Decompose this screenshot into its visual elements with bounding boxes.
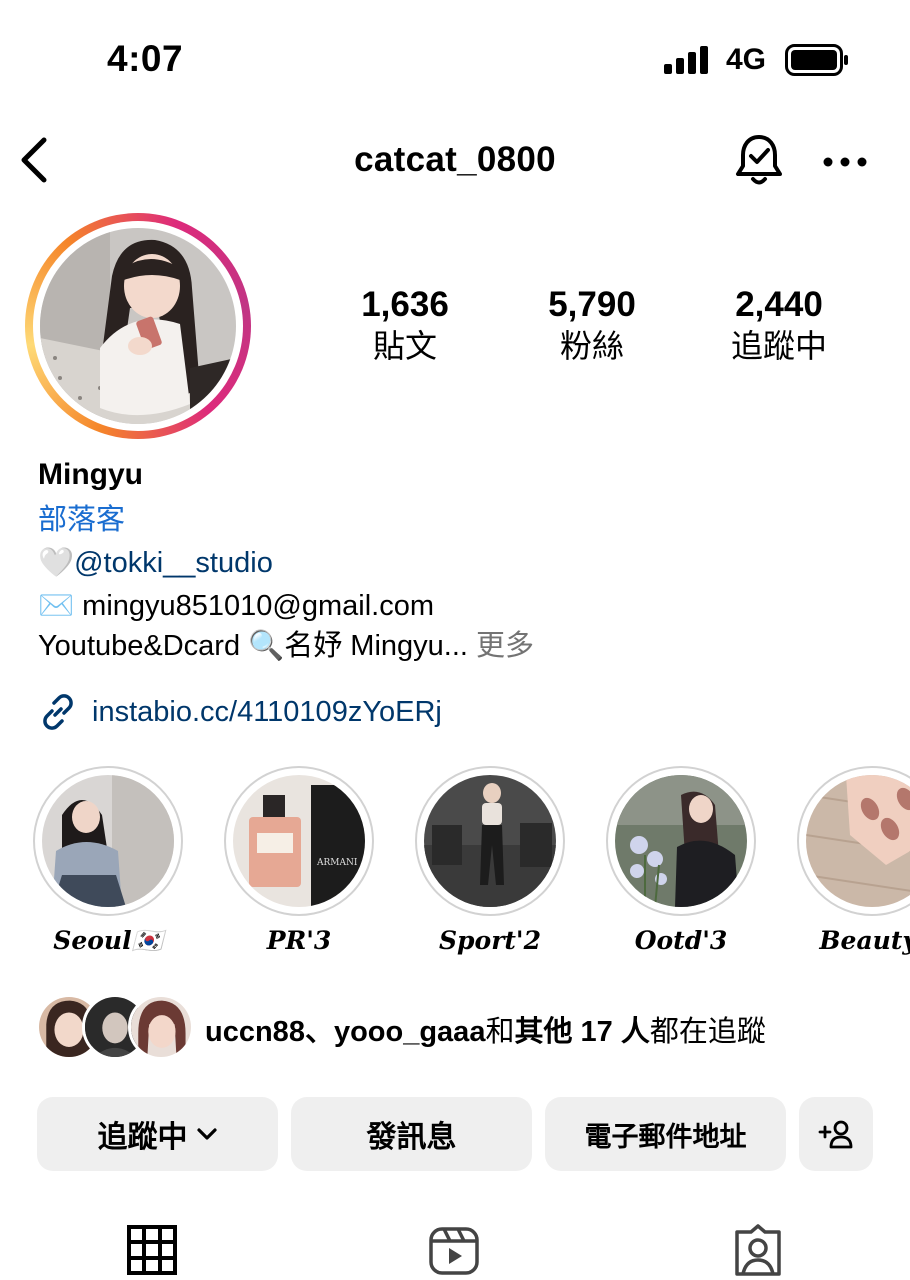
- status-time: 4:07: [107, 38, 184, 79]
- bio-line-youtube: Youtube&Dcard 🔍名妤 Mingyu... 更多: [38, 628, 534, 664]
- notification-bell-icon[interactable]: [734, 133, 784, 187]
- highlight-sport-label: Sport'2: [439, 926, 541, 955]
- email-button[interactable]: 電子郵件地址: [545, 1097, 786, 1171]
- highlight-ootd-label: Ootd'3: [634, 926, 728, 955]
- reels-icon[interactable]: [428, 1224, 480, 1276]
- following-button[interactable]: 追蹤中: [37, 1097, 278, 1171]
- following-button-label: 追蹤中: [97, 1121, 188, 1154]
- profile-avatar[interactable]: [40, 228, 236, 424]
- grid-icon[interactable]: [126, 1224, 178, 1276]
- stat-following-label: 追蹤中: [730, 328, 827, 364]
- highlight-pr-cover: ARMANI: [233, 775, 371, 907]
- suggest-people-button[interactable]: [799, 1097, 873, 1171]
- stat-following[interactable]: 2,440 追蹤中: [699, 284, 859, 366]
- mutual-followers-avatars[interactable]: [36, 994, 194, 1060]
- highlight-sport-cover: [424, 775, 556, 907]
- battery-icon: [785, 44, 848, 76]
- mutual-followers-text[interactable]: uccn88、yooo_gaaa和其他 17 人都在追蹤: [205, 1008, 766, 1050]
- highlight-ootd-cover: [615, 775, 747, 908]
- highlight-beauty-label: Beauty': [819, 926, 910, 955]
- mutual-avatar: [128, 994, 194, 1060]
- highlight-seoul-cover: [42, 775, 174, 907]
- message-button[interactable]: 發訊息: [291, 1097, 532, 1171]
- bio-more-link[interactable]: 更多: [476, 630, 534, 662]
- more-options-icon[interactable]: [822, 150, 868, 174]
- highlight-sport[interactable]: Sport'2: [415, 766, 565, 955]
- highlight-beauty[interactable]: Beauty': [797, 766, 910, 955]
- link-icon: [43, 694, 73, 730]
- heart-emoji: 🤍: [38, 547, 75, 579]
- highlight-pr[interactable]: ARMANI PR'3: [224, 766, 374, 955]
- stat-followers[interactable]: 5,790 粉絲: [512, 284, 672, 366]
- bio-mention-link[interactable]: @tokki__studio: [74, 547, 273, 579]
- bio-category: 部落客: [38, 504, 126, 536]
- email-button-label: 電子郵件地址: [584, 1121, 747, 1152]
- envelope-emoji: ✉️: [38, 590, 75, 622]
- stat-posts[interactable]: 1,636 貼文: [325, 284, 485, 366]
- highlight-seoul-label: Seoul🇰🇷: [53, 926, 163, 955]
- tagged-icon[interactable]: [732, 1224, 784, 1276]
- message-button-label: 發訊息: [366, 1121, 457, 1154]
- svg-text:ARMANI: ARMANI: [316, 858, 358, 868]
- bio-youtube-text: Youtube&Dcard 🔍名妤 Mingyu...: [38, 630, 468, 662]
- stat-followers-count: 5,790: [548, 285, 636, 324]
- stat-followers-label: 粉絲: [559, 328, 624, 364]
- bio-link-text: instabio.cc/4110109zYoERj: [92, 695, 442, 728]
- bio-email: mingyu851010@gmail.com: [82, 590, 435, 622]
- network-label: 4G: [726, 43, 767, 76]
- highlight-ootd[interactable]: Ootd'3: [606, 766, 756, 955]
- stat-posts-label: 貼文: [372, 328, 437, 364]
- highlight-pr-label: PR'3: [266, 926, 332, 955]
- add-person-icon: [818, 1120, 853, 1149]
- bio-line-email: ✉️ mingyu851010@gmail.com: [38, 588, 434, 624]
- bio-name: Mingyu: [38, 458, 143, 491]
- highlight-seoul[interactable]: Seoul🇰🇷: [33, 766, 183, 956]
- chevron-down-icon: [196, 1128, 217, 1140]
- mutual-followers-connector: 和: [485, 1016, 515, 1048]
- bio-line-mention: 🤍@tokki__studio: [38, 545, 273, 581]
- highlight-beauty-cover: [805, 775, 910, 907]
- bio-external-link[interactable]: instabio.cc/4110109zYoERj: [38, 692, 442, 732]
- mutual-followers-names: uccn88、yooo_gaaa: [205, 1016, 486, 1048]
- mutual-followers-others: 其他 17 人: [514, 1016, 650, 1048]
- signal-icon: [664, 46, 708, 74]
- stat-posts-count: 1,636: [361, 285, 449, 324]
- mutual-followers-suffix: 都在追蹤: [649, 1016, 766, 1048]
- stat-following-count: 2,440: [735, 285, 823, 324]
